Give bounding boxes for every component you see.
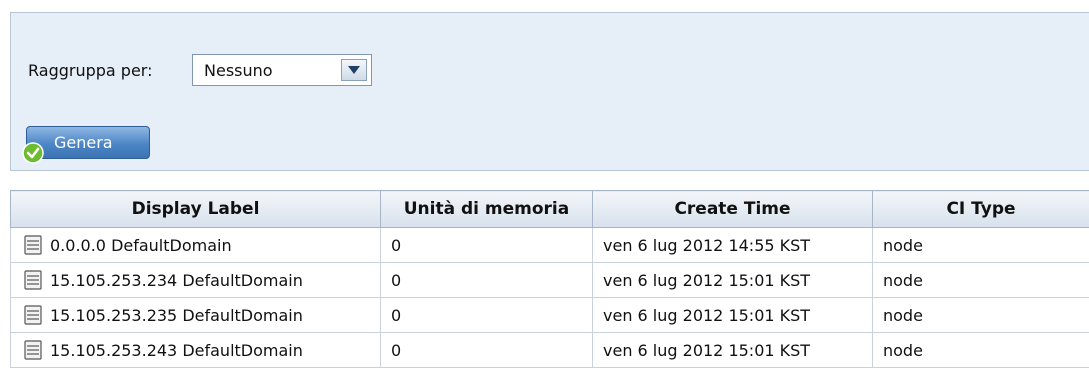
generate-button[interactable]: Genera [26, 126, 150, 159]
cell-display-label: 15.105.253.234 DefaultDomain [11, 263, 381, 298]
cell-create-time: ven 6 lug 2012 14:55 KST [593, 228, 873, 263]
cell-memory-units: 0 [381, 333, 593, 368]
cell-ci-type: node [873, 333, 1089, 368]
checkmark-badge-icon [22, 142, 44, 164]
column-header-memory-units[interactable]: Unità di memoria [381, 191, 593, 228]
display-label-text: 15.105.253.234 DefaultDomain [50, 271, 303, 290]
table-row[interactable]: 15.105.253.234 DefaultDomain 0 ven 6 lug… [11, 263, 1089, 298]
cell-memory-units: 0 [381, 228, 593, 263]
table-row[interactable]: 0.0.0.0 DefaultDomain 0 ven 6 lug 2012 1… [11, 228, 1089, 263]
cell-create-time: ven 6 lug 2012 15:01 KST [593, 333, 873, 368]
cell-create-time: ven 6 lug 2012 15:01 KST [593, 298, 873, 333]
server-node-icon [23, 235, 43, 255]
cell-ci-type: node [873, 298, 1089, 333]
display-label-text: 15.105.253.235 DefaultDomain [50, 306, 303, 325]
groupby-selected-value: Nessuno [204, 61, 273, 81]
cell-ci-type: node [873, 263, 1089, 298]
groupby-select[interactable]: Nessuno [192, 54, 372, 86]
cell-ci-type: node [873, 228, 1089, 263]
table-header-row: Display Label Unità di memoria Create Ti… [11, 191, 1089, 228]
cell-memory-units: 0 [381, 298, 593, 333]
column-header-display-label[interactable]: Display Label [11, 191, 381, 228]
server-node-icon [23, 270, 43, 290]
chevron-down-icon [348, 66, 360, 75]
server-node-icon [23, 340, 43, 360]
cell-display-label: 15.105.253.243 DefaultDomain [11, 333, 381, 368]
dropdown-button[interactable] [341, 59, 367, 81]
column-header-create-time[interactable]: Create Time [593, 191, 873, 228]
cell-display-label: 15.105.253.235 DefaultDomain [11, 298, 381, 333]
server-node-icon [23, 305, 43, 325]
groupby-label: Raggruppa per: [28, 61, 153, 81]
cell-memory-units: 0 [381, 263, 593, 298]
generate-button-label: Genera [54, 133, 113, 153]
display-label-text: 15.105.253.243 DefaultDomain [50, 341, 303, 360]
report-options-panel: Raggruppa per: Nessuno Genera [10, 12, 1089, 171]
cell-create-time: ven 6 lug 2012 15:01 KST [593, 263, 873, 298]
table-row[interactable]: 15.105.253.235 DefaultDomain 0 ven 6 lug… [11, 298, 1089, 333]
display-label-text: 0.0.0.0 DefaultDomain [50, 236, 232, 255]
table-row[interactable]: 15.105.253.243 DefaultDomain 0 ven 6 lug… [11, 333, 1089, 368]
cell-display-label: 0.0.0.0 DefaultDomain [11, 228, 381, 263]
results-table: Display Label Unità di memoria Create Ti… [10, 190, 1089, 368]
column-header-ci-type[interactable]: CI Type [873, 191, 1089, 228]
